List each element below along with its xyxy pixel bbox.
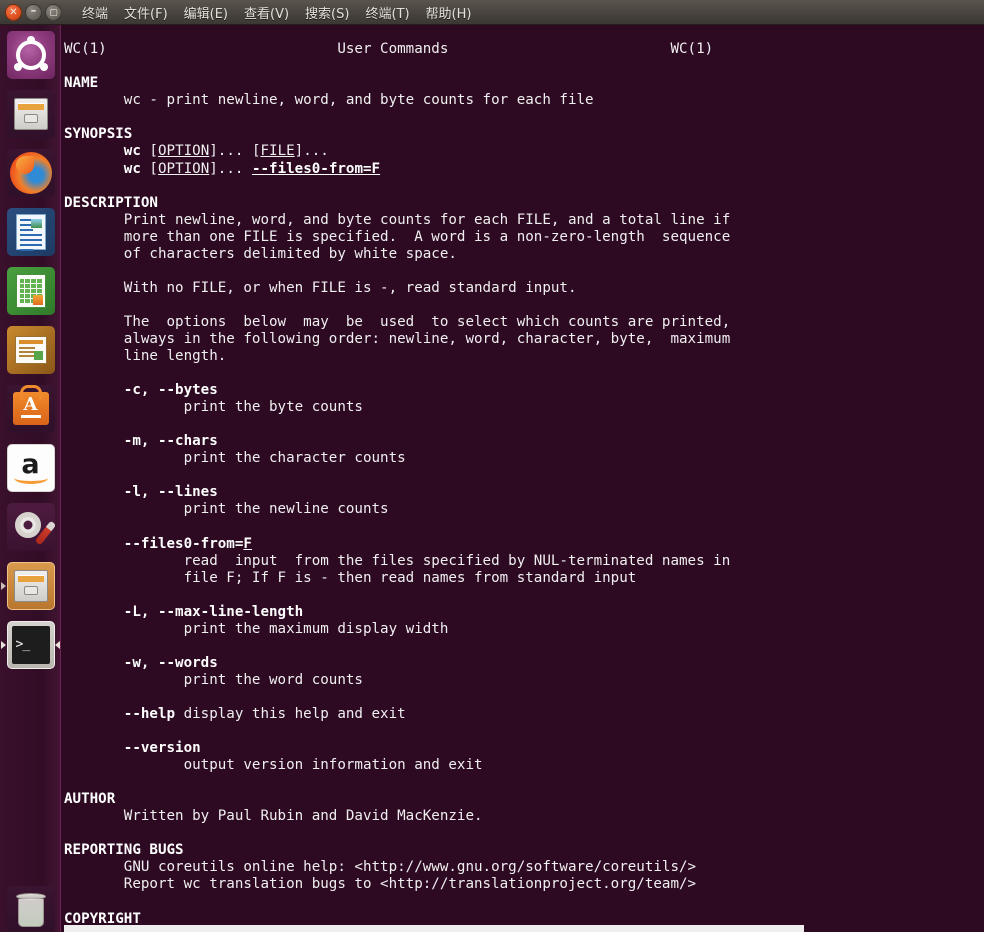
menu-terminal2[interactable]: 终端(T) (357, 1, 417, 24)
firefox-icon (9, 151, 52, 194)
launcher-item-amazon[interactable]: a (6, 443, 55, 492)
launcher-item-ubuntu-software[interactable]: A (6, 384, 55, 433)
menu-view[interactable]: 查看(V) (236, 1, 297, 24)
close-icon: ✕ (9, 6, 18, 18)
menu-file[interactable]: 文件(F) (116, 1, 176, 24)
minimize-window-button[interactable]: – (25, 3, 42, 21)
file-cabinet-icon (13, 97, 48, 130)
launcher-slot (0, 84, 60, 143)
launcher-item-terminal[interactable]: >_ (6, 620, 55, 669)
trash-icon (15, 892, 46, 927)
launcher-item-files-running[interactable] (6, 561, 55, 610)
terminal-icon: >_ (11, 625, 50, 664)
running-indicator-left (1, 640, 6, 649)
document-icon (15, 213, 46, 251)
launcher-item-libreoffice-calc[interactable] (6, 266, 55, 315)
spreadsheet-icon (15, 273, 46, 308)
window-controls: ✕ – ▢ (0, 3, 62, 21)
launcher-item-system-settings[interactable] (6, 502, 55, 551)
menu-bar: 终端 文件(F) 编辑(E) 查看(V) 搜索(S) 终端(T) 帮助(H) (74, 1, 479, 24)
launcher-item-ubuntu-dash[interactable] (6, 30, 55, 79)
minimize-icon: – (30, 3, 37, 17)
software-bag-icon: A (12, 392, 49, 425)
menu-search[interactable]: 搜索(S) (297, 1, 357, 24)
launcher-item-libreoffice-impress[interactable] (6, 325, 55, 374)
terminal-cursor (64, 925, 804, 932)
window-titlebar: ✕ – ▢ 终端 文件(F) 编辑(E) 查看(V) 搜索(S) 终端(T) 帮… (0, 0, 984, 25)
launcher-slot (0, 556, 60, 615)
maximize-window-button[interactable]: ▢ (45, 3, 62, 21)
launcher-slot (0, 261, 60, 320)
close-window-button[interactable]: ✕ (5, 3, 22, 21)
file-cabinet-icon (13, 569, 48, 602)
launcher-item-files[interactable] (6, 89, 55, 138)
amazon-icon: a (11, 451, 51, 485)
launcher-slot (0, 143, 60, 202)
menu-terminal[interactable]: 终端 (74, 1, 116, 24)
presentation-icon (14, 335, 47, 364)
launcher-slot (0, 497, 60, 556)
launcher-slot (0, 25, 60, 84)
launcher-slot: >_ (0, 615, 60, 674)
launcher-slot (0, 880, 60, 932)
menu-help[interactable]: 帮助(H) (418, 1, 480, 24)
unity-launcher: A a >_ (0, 25, 61, 932)
launcher-slot (0, 202, 60, 261)
maximize-icon: ▢ (49, 7, 58, 18)
launcher-item-libreoffice-writer[interactable] (6, 207, 55, 256)
focused-indicator-right (55, 640, 60, 649)
terminal-window[interactable]: WC(1) User Commands WC(1) NAME wc - prin… (61, 25, 984, 932)
launcher-item-firefox[interactable] (6, 148, 55, 197)
menu-edit[interactable]: 编辑(E) (176, 1, 236, 24)
man-page-content: WC(1) User Commands WC(1) NAME wc - prin… (64, 41, 731, 932)
gear-wrench-icon (7, 503, 55, 551)
launcher-slot: a (0, 438, 60, 497)
running-indicator-left (1, 581, 6, 590)
ubuntu-desktop: ✕ – ▢ 终端 文件(F) 编辑(E) 查看(V) 搜索(S) 终端(T) 帮… (0, 0, 984, 932)
launcher-slot (0, 320, 60, 379)
launcher-slot: A (0, 379, 60, 438)
launcher-item-trash[interactable] (6, 885, 55, 932)
